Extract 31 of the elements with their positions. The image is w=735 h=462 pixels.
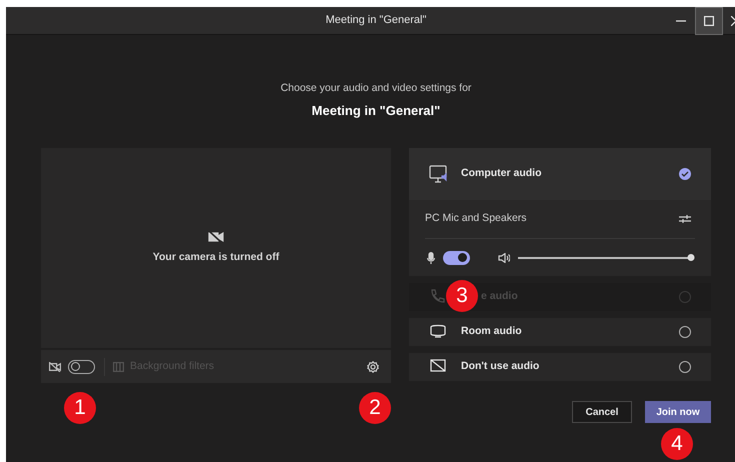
maximize-icon bbox=[704, 16, 714, 26]
microphone-toggle[interactable] bbox=[443, 250, 470, 264]
microphone-icon bbox=[427, 252, 435, 264]
camera-status-text: Your camera is turned off bbox=[152, 250, 280, 265]
radio-button[interactable] bbox=[679, 168, 691, 180]
join-button[interactable]: Join now bbox=[645, 401, 711, 423]
prompt-text: Choose your audio and video settings for bbox=[280, 81, 472, 95]
audio-option[interactable]: Room audio bbox=[409, 318, 711, 346]
callout-badge: 1 bbox=[64, 392, 96, 424]
camera-toggle[interactable] bbox=[68, 360, 95, 374]
window-title: Meeting in "General" bbox=[326, 13, 426, 28]
image-icon bbox=[113, 362, 124, 372]
sliders-icon[interactable] bbox=[679, 214, 691, 224]
slider-thumb[interactable] bbox=[688, 254, 694, 261]
maximize-button[interactable] bbox=[695, 7, 723, 35]
monitor-icon bbox=[429, 165, 447, 183]
check-icon bbox=[681, 170, 689, 178]
radio-button[interactable] bbox=[679, 361, 691, 373]
radio-button[interactable] bbox=[679, 326, 691, 338]
callout-badge: 4 bbox=[661, 428, 693, 460]
device-name: PC Mic and Speakers bbox=[425, 211, 527, 226]
callout-badge: 2 bbox=[359, 392, 391, 424]
audio-option[interactable]: Don't use audio bbox=[409, 353, 711, 381]
meeting-title: Meeting in "General" bbox=[312, 102, 440, 120]
audio-option[interactable]: Computer audio bbox=[409, 148, 711, 200]
settings-icon[interactable] bbox=[367, 360, 379, 372]
speaker-icon bbox=[498, 252, 510, 262]
minimize-icon[interactable] bbox=[676, 20, 686, 22]
cancel-button[interactable]: Cancel bbox=[572, 401, 632, 423]
camera-off-icon bbox=[49, 362, 61, 372]
camera-off-icon bbox=[208, 230, 224, 243]
